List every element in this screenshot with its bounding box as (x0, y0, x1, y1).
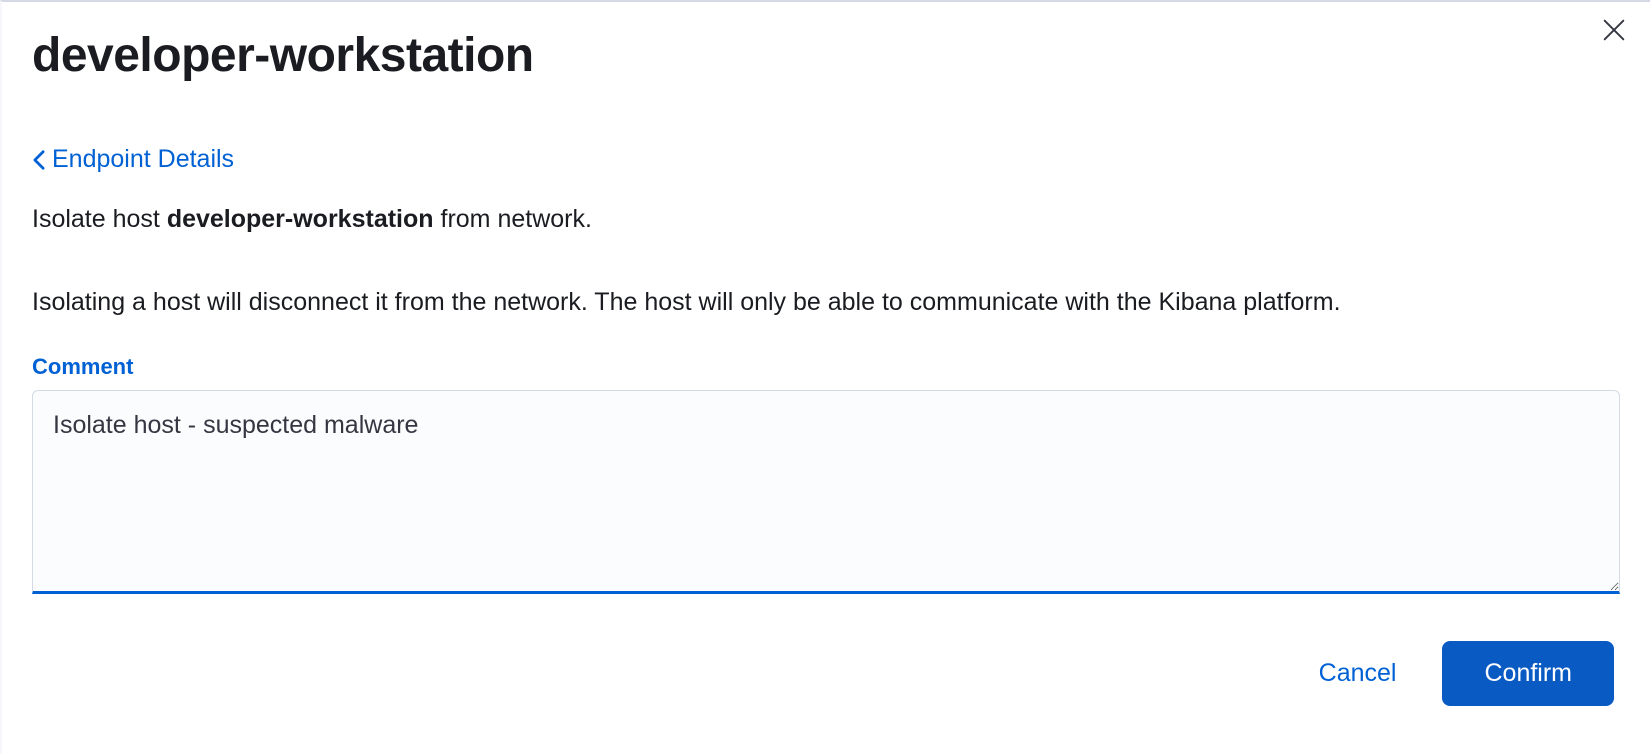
comment-label: Comment (32, 354, 1620, 380)
page-title: developer-workstation (32, 28, 1620, 83)
close-icon[interactable] (1600, 16, 1628, 44)
back-link-endpoint-details[interactable]: Endpoint Details (32, 145, 234, 174)
isolate-sentence: Isolate host developer-workstation from … (32, 202, 1620, 237)
sentence-suffix: from network. (434, 205, 592, 233)
chevron-left-icon (32, 149, 46, 171)
confirm-button[interactable]: Confirm (1442, 641, 1614, 706)
sentence-prefix: Isolate host (32, 205, 167, 233)
cancel-button[interactable]: Cancel (1297, 645, 1419, 702)
hostname: developer-workstation (167, 205, 434, 233)
isolate-description: Isolating a host will disconnect it from… (32, 285, 1620, 320)
back-link-label: Endpoint Details (52, 145, 234, 174)
comment-textarea[interactable] (32, 390, 1620, 594)
